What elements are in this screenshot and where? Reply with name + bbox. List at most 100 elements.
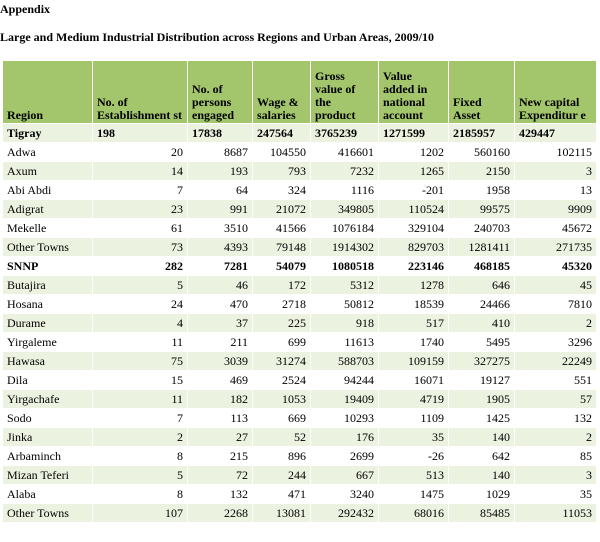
value-cell: 560160 xyxy=(448,142,515,162)
value-cell: 94244 xyxy=(310,370,379,390)
value-cell: 2699 xyxy=(310,446,379,466)
value-cell: 85 xyxy=(514,446,597,466)
column-header-wage-salaries: Wage & salaries xyxy=(252,60,311,124)
value-cell: 2718 xyxy=(252,294,311,314)
row-label-cell: Alaba xyxy=(2,484,93,504)
value-cell: 918 xyxy=(310,313,379,333)
value-cell: 132 xyxy=(514,408,597,428)
value-cell: 247564 xyxy=(252,123,311,143)
value-cell: 5 xyxy=(92,465,188,485)
value-cell: 3765239 xyxy=(310,123,379,143)
value-cell: 1914302 xyxy=(310,237,379,257)
column-header-region: Region xyxy=(2,60,93,124)
value-cell: 17838 xyxy=(187,123,253,143)
value-cell: 2185957 xyxy=(448,123,515,143)
value-cell: 45320 xyxy=(514,256,597,276)
value-cell: 1905 xyxy=(448,389,515,409)
value-cell: 1425 xyxy=(448,408,515,428)
value-cell: 104550 xyxy=(252,142,311,162)
value-cell: 99575 xyxy=(448,199,515,219)
value-cell: 4719 xyxy=(378,389,449,409)
value-cell: 349805 xyxy=(310,199,379,219)
value-cell: 73 xyxy=(92,237,188,257)
value-cell: 2268 xyxy=(187,503,253,523)
value-cell: 68016 xyxy=(378,503,449,523)
value-cell: 23 xyxy=(92,199,188,219)
value-cell: 182 xyxy=(187,389,253,409)
table-body: Tigray 198 17838 247564 3765239 1271599 218595… xyxy=(2,123,597,523)
value-cell: 22249 xyxy=(514,351,597,371)
value-cell: 20 xyxy=(92,142,188,162)
value-cell: 31274 xyxy=(252,351,311,371)
value-cell: 7281 xyxy=(187,256,253,276)
value-cell: 2 xyxy=(514,313,597,333)
value-cell: 642 xyxy=(448,446,515,466)
table-row: Other Towns 107 2268 13081 292432 68016 85485 1… xyxy=(2,503,597,523)
value-cell: 793 xyxy=(252,161,311,181)
value-cell: 991 xyxy=(187,199,253,219)
value-cell: 193 xyxy=(187,161,253,181)
value-cell: 1271599 xyxy=(378,123,449,143)
value-cell: 176 xyxy=(310,427,379,447)
value-cell: 215 xyxy=(187,446,253,466)
value-cell: 1740 xyxy=(378,332,449,352)
value-cell: 3296 xyxy=(514,332,597,352)
value-cell: 54079 xyxy=(252,256,311,276)
region-row: Tigray 198 17838 247564 3765239 1271599 218595… xyxy=(2,123,597,143)
value-cell: 240703 xyxy=(448,218,515,238)
value-cell: 2 xyxy=(92,427,188,447)
value-cell: 225 xyxy=(252,313,311,333)
value-cell: 468185 xyxy=(448,256,515,276)
column-header-persons-engaged: No. of persons engaged xyxy=(187,60,253,124)
value-cell: 7810 xyxy=(514,294,597,314)
value-cell: 2524 xyxy=(252,370,311,390)
value-cell: 113 xyxy=(187,408,253,428)
value-cell: 469 xyxy=(187,370,253,390)
value-cell: 52 xyxy=(252,427,311,447)
row-label-cell: Hosana xyxy=(2,294,93,314)
value-cell: 109159 xyxy=(378,351,449,371)
column-header-establishments: No. of Establishment st xyxy=(92,60,188,124)
value-cell: 57 xyxy=(514,389,597,409)
value-cell: 107 xyxy=(92,503,188,523)
table-row: Adigrat 23 991 21072 349805 110524 99575 9909 xyxy=(2,199,597,219)
region-row: SNNP 282 7281 54079 1080518 223146 468185 45320 xyxy=(2,256,597,276)
value-cell: 5312 xyxy=(310,275,379,295)
value-cell: 3510 xyxy=(187,218,253,238)
value-cell: 140 xyxy=(448,427,515,447)
value-cell: 1029 xyxy=(448,484,515,504)
value-cell: 19127 xyxy=(448,370,515,390)
row-label-cell: Yirgachafe xyxy=(2,389,93,409)
value-cell: 24 xyxy=(92,294,188,314)
table-row: Adwa 20 8687 104550 416601 1202 560160 102115 xyxy=(2,142,597,162)
value-cell: 223146 xyxy=(378,256,449,276)
value-cell: 75 xyxy=(92,351,188,371)
value-cell: 35 xyxy=(378,427,449,447)
row-label-cell: Abi Abdi xyxy=(2,180,93,200)
row-label-cell: SNNP xyxy=(2,256,93,276)
column-header-gross-value: Gross value of the product xyxy=(310,60,379,124)
row-label-cell: Other Towns xyxy=(2,237,93,257)
value-cell: 2150 xyxy=(448,161,515,181)
value-cell: 324 xyxy=(252,180,311,200)
row-label-cell: Adwa xyxy=(2,142,93,162)
value-cell: 35 xyxy=(514,484,597,504)
value-cell: -26 xyxy=(378,446,449,466)
value-cell: 37 xyxy=(187,313,253,333)
table-row: Butajira 5 46 172 5312 1278 646 45 xyxy=(2,275,597,295)
value-cell: 11 xyxy=(92,389,188,409)
row-label-cell: Arbaminch xyxy=(2,446,93,466)
row-label-cell: Hawasa xyxy=(2,351,93,371)
value-cell: 3 xyxy=(514,161,597,181)
value-cell: 61 xyxy=(92,218,188,238)
value-cell: 4393 xyxy=(187,237,253,257)
row-label-cell: Durame xyxy=(2,313,93,333)
value-cell: 271735 xyxy=(514,237,597,257)
value-cell: 7232 xyxy=(310,161,379,181)
table-row: Axum 14 193 793 7232 1265 2150 3 xyxy=(2,161,597,181)
row-label-cell: Butajira xyxy=(2,275,93,295)
value-cell: 64 xyxy=(187,180,253,200)
value-cell: 8 xyxy=(92,484,188,504)
table-row: Yirgaleme 11 211 699 11613 1740 5495 3296 xyxy=(2,332,597,352)
value-cell: 282 xyxy=(92,256,188,276)
